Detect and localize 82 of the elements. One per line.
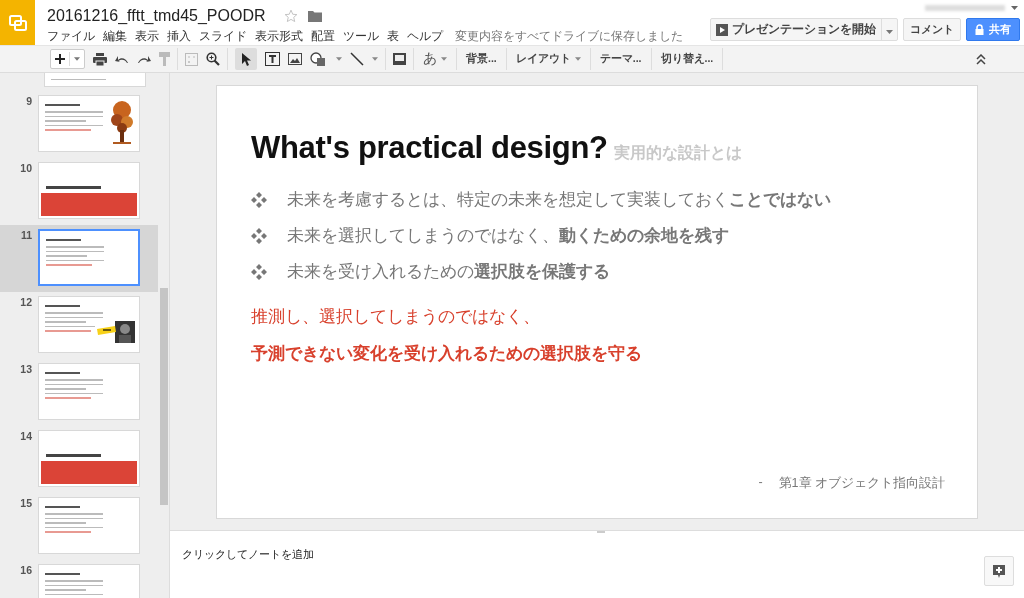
new-slide-button[interactable] [50,49,85,69]
diamond-bullet-icon [251,227,267,244]
folder-icon[interactable] [307,9,322,22]
menu-item[interactable]: ツール [343,27,379,45]
menu-item[interactable]: 表示形式 [255,27,303,45]
add-comment-button[interactable] [984,556,1014,586]
menu-item[interactable]: 編集 [103,27,127,45]
bullet-text: 未来を考慮するとは、特定の未来を想定して実装しておくことではない [287,189,831,211]
slide-number: 15 [19,497,33,509]
emphasis-text: 推測し、選択してしまうのではなく、 [251,306,541,328]
undo-icon[interactable] [115,54,129,64]
caret-icon[interactable] [372,57,378,61]
menu-item[interactable]: 表示 [135,27,159,45]
lock-icon [975,24,984,35]
document-title[interactable]: 20161216_fftt_tmd45_POODR [47,6,266,25]
menu-item[interactable]: 表 [387,27,399,45]
image-icon[interactable] [288,53,302,65]
play-icon [716,23,728,36]
slide-number: 12 [19,296,33,308]
menu-item[interactable]: ヘルプ [407,27,443,45]
thumbnail-title-drawing [46,186,101,189]
comment-icon[interactable] [393,53,406,65]
slide-number: 14 [19,430,33,442]
slide-number: 13 [19,363,33,375]
print-icon[interactable] [93,52,107,66]
text-box-icon[interactable] [265,52,280,66]
menu-item[interactable]: 挿入 [167,27,191,45]
shape-icon[interactable] [310,52,328,66]
slide-row[interactable]: 14 [0,426,158,493]
bullet-text: 未来を選択してしまうのではなく、動くための余地を残す [287,225,729,247]
plus-icon [55,54,65,64]
slide-number: 11 [19,229,33,241]
save-status: 変更内容をすべてドライブに保存しました [455,27,683,45]
slide-thumbnail[interactable] [38,229,140,286]
slide-row[interactable]: 15 [0,493,158,560]
toolbar-menu-button[interactable]: テーマ... [597,52,644,66]
thumbnail-text-drawing [45,506,103,533]
footer-dash: - [758,475,763,491]
slide-row[interactable]: 12 [0,292,158,359]
slide-row[interactable]: 13 [0,359,158,426]
line-icon[interactable] [350,52,364,66]
menu-item[interactable]: 配置 [311,27,335,45]
diamond-bullet-icon [251,191,267,208]
menu-item[interactable]: スライド [199,27,247,45]
thumbnail-text-drawing [45,573,103,598]
emphasis-text: 予測できない変化を受け入れるための選択肢を守る [251,343,643,365]
scrollbar[interactable] [160,288,168,505]
caret-icon[interactable] [1011,6,1018,10]
slide-row[interactable]: 10 [0,158,158,225]
diamond-bullet-icon [251,263,267,280]
caret-icon[interactable] [336,57,342,61]
select-tool-icon[interactable] [235,48,257,70]
toolbar-menu-button[interactable]: レイアウト [513,52,583,66]
zoom-icon[interactable] [206,52,220,66]
slide-row[interactable]: 11 [0,225,158,292]
slide-number: 9 [25,95,33,107]
star-icon[interactable] [283,8,298,23]
toolbar-menu-button[interactable]: 背景... [464,52,499,66]
input-tools-button[interactable]: あ [421,50,449,68]
slide-number: 16 [19,564,33,576]
redo-icon[interactable] [137,54,151,64]
notes-placeholder[interactable]: クリックしてノートを追加 [182,548,314,560]
thumbnail-text-drawing [45,104,103,131]
bullet-text: 未来を受け入れるための選択肢を保護する [287,261,610,283]
resize-handle[interactable] [597,531,605,533]
menu-item[interactable]: ファイル [47,27,95,45]
thumbnail-text-drawing [45,305,103,332]
thumbnail-text-drawing [46,239,104,266]
caret-icon [441,57,447,61]
caret-icon [886,30,893,34]
collapse-icon[interactable] [976,53,986,65]
slide-title: What's practical design? [251,130,608,166]
caret-icon [74,57,80,61]
comment-button[interactable]: コメント [903,18,961,41]
thumbnail-text-drawing [45,372,103,399]
slide-row[interactable]: 9 [0,91,158,158]
add-comment-icon [993,564,1005,578]
slide-footer: 第1章 オブジェクト指向設計 [778,475,945,492]
slide-number: 10 [19,162,33,174]
thumbnail-title-drawing [46,454,101,457]
toolbar-menu-button[interactable]: 切り替え... [658,52,716,66]
slide-row[interactable]: 16 [0,560,158,598]
